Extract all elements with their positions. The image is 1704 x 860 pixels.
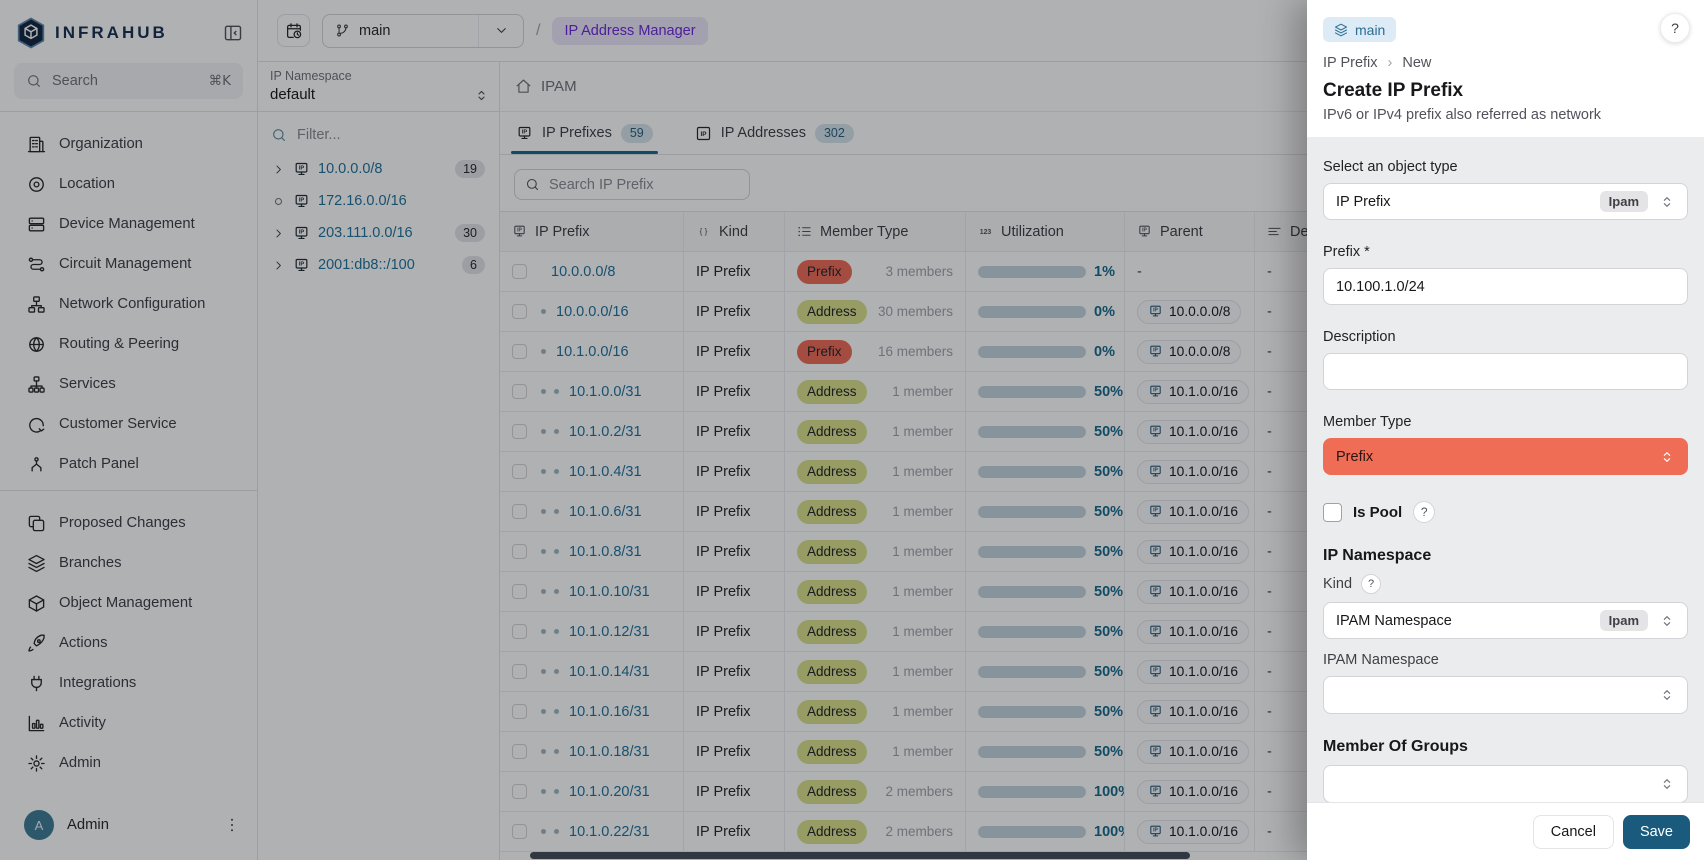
description-label: Description <box>1323 329 1688 345</box>
description-input[interactable] <box>1336 364 1675 380</box>
chevrons-updown-icon <box>1659 613 1675 629</box>
drawer-form: Select an object type IP Prefix Ipam Pre… <box>1307 137 1704 802</box>
breadcrumb-chevron: › <box>1388 55 1393 71</box>
object-type-namespace-badge: Ipam <box>1600 191 1648 212</box>
ipam-namespace-label: IPAM Namespace <box>1323 652 1688 668</box>
kind-value: IPAM Namespace <box>1336 613 1452 629</box>
member-type-label: Member Type <box>1323 414 1688 430</box>
app-window: INFRAHUB ⌘K Organization Location <box>0 0 1704 860</box>
ipam-namespace-select[interactable] <box>1323 676 1688 714</box>
is-pool-checkbox[interactable] <box>1323 503 1342 522</box>
object-type-value: IP Prefix <box>1336 194 1391 210</box>
layers-icon <box>1334 23 1348 37</box>
chevrons-updown-icon <box>1659 449 1675 465</box>
branch-badge: main <box>1323 17 1396 42</box>
kind-select[interactable]: IPAM Namespace Ipam <box>1323 602 1688 639</box>
help-button[interactable]: ? <box>1660 13 1690 43</box>
drawer-subtitle: IPv6 or IPv4 prefix also referred as net… <box>1323 107 1688 123</box>
description-field[interactable] <box>1323 353 1688 390</box>
prefix-field[interactable] <box>1323 268 1688 305</box>
ip-namespace-heading: IP Namespace <box>1323 547 1688 565</box>
is-pool-row: Is Pool ? <box>1323 501 1688 523</box>
save-button[interactable]: Save <box>1623 815 1690 849</box>
member-of-groups-select[interactable] <box>1323 765 1688 802</box>
member-type-select[interactable]: Prefix <box>1323 438 1688 475</box>
drawer-header: main ? IP Prefix › New Create IP Prefix … <box>1307 0 1704 137</box>
kind-help-button[interactable]: ? <box>1361 574 1381 594</box>
chevrons-updown-icon <box>1659 687 1675 703</box>
object-type-label: Select an object type <box>1323 159 1688 175</box>
is-pool-label: Is Pool <box>1353 504 1402 521</box>
member-of-groups-heading: Member Of Groups <box>1323 738 1688 756</box>
object-type-select[interactable]: IP Prefix Ipam <box>1323 183 1688 220</box>
kind-row: Kind ? <box>1323 574 1688 594</box>
chevrons-updown-icon <box>1659 194 1675 210</box>
member-type-value: Prefix <box>1336 449 1373 465</box>
cancel-button[interactable]: Cancel <box>1533 815 1614 849</box>
chevrons-updown-icon <box>1659 776 1675 792</box>
kind-namespace-badge: Ipam <box>1600 610 1648 631</box>
kind-label: Kind <box>1323 576 1352 592</box>
is-pool-help-button[interactable]: ? <box>1413 501 1435 523</box>
prefix-label: Prefix * <box>1323 244 1688 260</box>
drawer-breadcrumb: IP Prefix › New <box>1323 55 1688 71</box>
drawer-title: Create IP Prefix <box>1323 80 1688 102</box>
create-ip-prefix-drawer: main ? IP Prefix › New Create IP Prefix … <box>1307 0 1704 860</box>
branch-badge-label: main <box>1355 22 1385 38</box>
prefix-input[interactable] <box>1336 279 1675 295</box>
breadcrumb-parent[interactable]: IP Prefix <box>1323 55 1378 71</box>
drawer-footer: Cancel Save <box>1307 802 1704 860</box>
breadcrumb-current: New <box>1402 55 1431 71</box>
